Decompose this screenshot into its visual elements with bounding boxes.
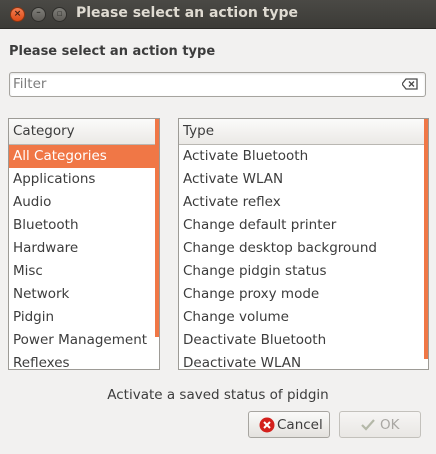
type-list-item[interactable]: Change pidgin status: [179, 260, 428, 283]
category-scrollbar[interactable]: [155, 119, 159, 337]
category-column-header[interactable]: Category: [9, 119, 159, 145]
type-list-item[interactable]: Deactivate WLAN: [179, 352, 428, 369]
type-list-item[interactable]: Change volume: [179, 306, 428, 329]
category-list-item[interactable]: Bluetooth: [9, 214, 159, 237]
type-list-item[interactable]: Change default printer: [179, 214, 428, 237]
category-list-item[interactable]: Hardware: [9, 237, 159, 260]
category-header-label: Category: [13, 123, 75, 139]
type-list[interactable]: Type Activate Bluetooth Activate WLAN Acti…: [178, 118, 429, 370]
ok-label: OK: [380, 417, 400, 433]
filter-field[interactable]: [9, 72, 426, 97]
category-list-item[interactable]: Pidgin: [9, 306, 159, 329]
window-title: Please select an action type: [76, 5, 299, 21]
category-list-item[interactable]: All Categories: [9, 145, 159, 168]
dialog-window: × – ▫ Please select an action type Pleas…: [0, 0, 436, 454]
type-list-item[interactable]: Change desktop background: [179, 237, 428, 260]
category-list-item[interactable]: Network: [9, 283, 159, 306]
cancel-label: Cancel: [277, 417, 323, 433]
ok-button[interactable]: OK: [339, 411, 421, 438]
window-close-button[interactable]: ×: [10, 7, 25, 22]
type-column-header[interactable]: Type: [179, 119, 428, 145]
category-list-item[interactable]: Reflexes: [9, 352, 159, 369]
category-list-item[interactable]: Audio: [9, 191, 159, 214]
category-list-item[interactable]: Applications: [9, 168, 159, 191]
type-scrollbar[interactable]: [424, 119, 428, 359]
category-list-item[interactable]: Misc: [9, 260, 159, 283]
filter-input[interactable]: [13, 74, 393, 94]
category-list[interactable]: Category All Categories Applications Audio…: [8, 118, 160, 370]
title-bar[interactable]: × – ▫ Please select an action type: [0, 0, 436, 29]
type-list-item[interactable]: Activate reflex: [179, 191, 428, 214]
check-icon: [361, 419, 375, 431]
type-list-item[interactable]: Change proxy mode: [179, 283, 428, 306]
category-list-item[interactable]: Power Management: [9, 329, 159, 352]
cancel-button[interactable]: Cancel: [248, 411, 330, 438]
type-header-label: Type: [183, 123, 215, 139]
cancel-icon: [259, 417, 275, 433]
type-list-item[interactable]: Deactivate Bluetooth: [179, 329, 428, 352]
category-rows: All Categories Applications Audio Bluetooth…: [9, 145, 159, 369]
type-list-item[interactable]: Activate Bluetooth: [179, 145, 428, 168]
clear-icon[interactable]: [402, 78, 418, 90]
window-minimize-button[interactable]: –: [31, 7, 46, 22]
description-text: Activate a saved status of pidgin: [107, 387, 329, 403]
type-rows: Activate Bluetooth Activate WLAN Activate …: [179, 145, 428, 369]
type-list-item[interactable]: Activate WLAN: [179, 168, 428, 191]
window-maximize-button[interactable]: ▫: [52, 7, 67, 22]
dialog-heading: Please select an action type: [9, 44, 216, 59]
